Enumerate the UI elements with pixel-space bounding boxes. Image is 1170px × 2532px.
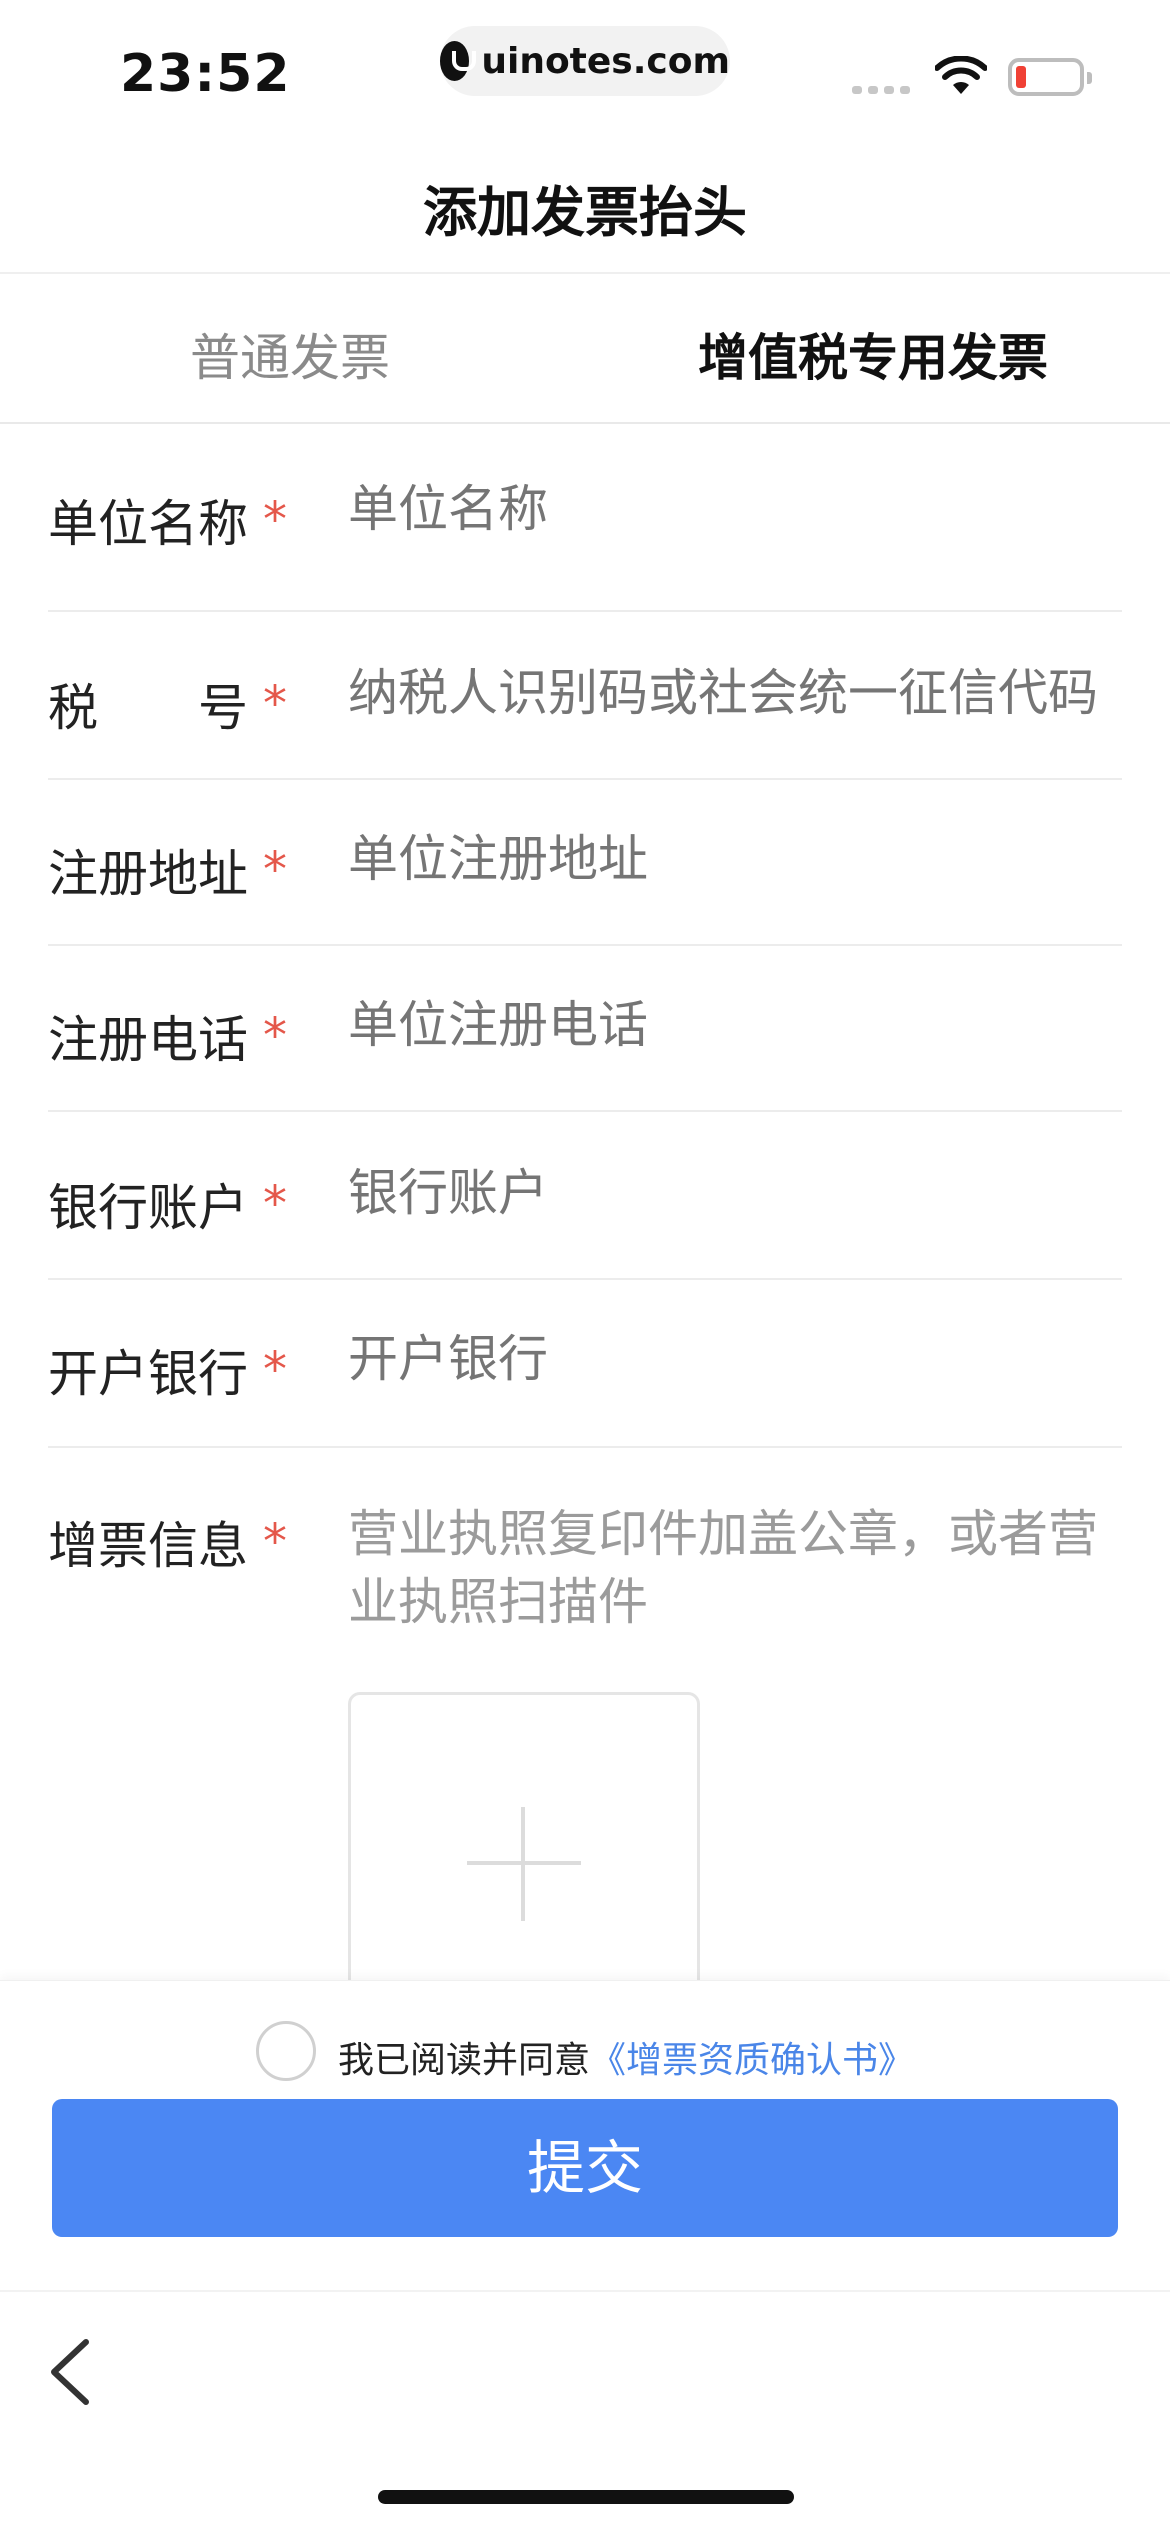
required-mark: *	[263, 492, 287, 548]
agreement-link[interactable]: 《增票资质确认书》	[590, 2040, 914, 2081]
row-divider	[48, 1446, 1122, 1448]
required-mark: *	[263, 1342, 287, 1398]
battery-icon	[1008, 58, 1092, 96]
required-mark: *	[263, 1008, 287, 1064]
browser-toolbar	[0, 2290, 1170, 2532]
opening-bank-input[interactable]	[348, 1330, 1128, 1388]
required-mark: *	[263, 1176, 287, 1232]
form-row-bank-account: 银行账户 *	[48, 1164, 1128, 1280]
invoice-info-description: 营业执照复印件加盖公章，或者营业执照扫描件	[348, 1505, 1098, 1631]
tab-vat-special-invoice[interactable]: 增值税专用发票	[698, 318, 1048, 390]
agreement-checkbox[interactable]	[256, 2021, 316, 2081]
required-mark: *	[263, 1514, 287, 1570]
form-row-tax-number: 税 号 *	[48, 664, 1128, 780]
registered-phone-input[interactable]	[348, 996, 1128, 1054]
back-arrow-icon[interactable]	[40, 2332, 110, 2412]
invoice-type-tabs: 普通发票 增值税专用发票	[0, 274, 1170, 422]
url-text: uinotes.com	[481, 40, 730, 82]
agreement-label: 我已阅读并同意	[338, 2040, 591, 2081]
form-row-company-name: 单位名称 *	[48, 480, 1128, 612]
registered-address-label: 注册地址	[48, 845, 248, 903]
upload-image-button[interactable]	[348, 1692, 700, 2012]
tax-number-label-first: 税	[48, 679, 98, 737]
tax-number-input[interactable]	[348, 664, 1128, 722]
bottom-action-panel: 我已阅读并同意《增票资质确认书》 提交	[0, 1980, 1170, 2290]
registered-phone-label: 注册电话	[48, 1011, 248, 1069]
row-divider	[48, 610, 1122, 612]
invoice-info-label: 增票信息	[48, 1517, 248, 1575]
company-name-input[interactable]	[348, 480, 1128, 538]
tax-number-label: 税 号	[48, 668, 248, 740]
form-row-registered-phone: 注册电话 *	[48, 996, 1128, 1112]
tab-normal-invoice[interactable]: 普通发票	[190, 318, 390, 390]
row-divider	[48, 1110, 1122, 1112]
bank-account-input[interactable]	[348, 1164, 1128, 1222]
row-divider	[48, 778, 1122, 780]
home-indicator	[378, 2490, 794, 2504]
tabs-divider	[0, 422, 1170, 424]
submit-button[interactable]: 提交	[52, 2099, 1118, 2237]
plus-icon-vertical	[521, 1807, 525, 1921]
row-divider	[48, 944, 1122, 946]
form-row-registered-address: 注册地址 *	[48, 830, 1128, 946]
row-divider	[48, 1278, 1122, 1280]
cellular-signal-icon	[852, 86, 910, 94]
form-row-opening-bank: 开户银行 *	[48, 1330, 1128, 1448]
agreement-text: 我已阅读并同意《增票资质确认书》	[338, 2031, 914, 2083]
registered-address-input[interactable]	[348, 830, 1128, 888]
status-bar: 23:52 uinotes.com	[0, 0, 1170, 140]
wifi-icon	[935, 56, 987, 94]
required-mark: *	[263, 676, 287, 732]
opening-bank-label: 开户银行	[48, 1345, 248, 1403]
bank-account-label: 银行账户	[48, 1179, 248, 1237]
tax-number-label-second: 号	[198, 679, 248, 737]
site-logo-icon	[440, 41, 477, 81]
form-row-invoice-info: 增票信息 * 营业执照复印件加盖公章，或者营业执照扫描件	[48, 1505, 1122, 1706]
page-title: 添加发票抬头	[423, 181, 747, 244]
status-time: 23:52	[120, 44, 291, 104]
agreement-row: 我已阅读并同意《增票资质确认书》	[0, 2021, 1170, 2085]
url-pill[interactable]: uinotes.com	[440, 26, 730, 96]
company-name-label: 单位名称	[48, 495, 248, 553]
required-mark: *	[263, 842, 287, 898]
